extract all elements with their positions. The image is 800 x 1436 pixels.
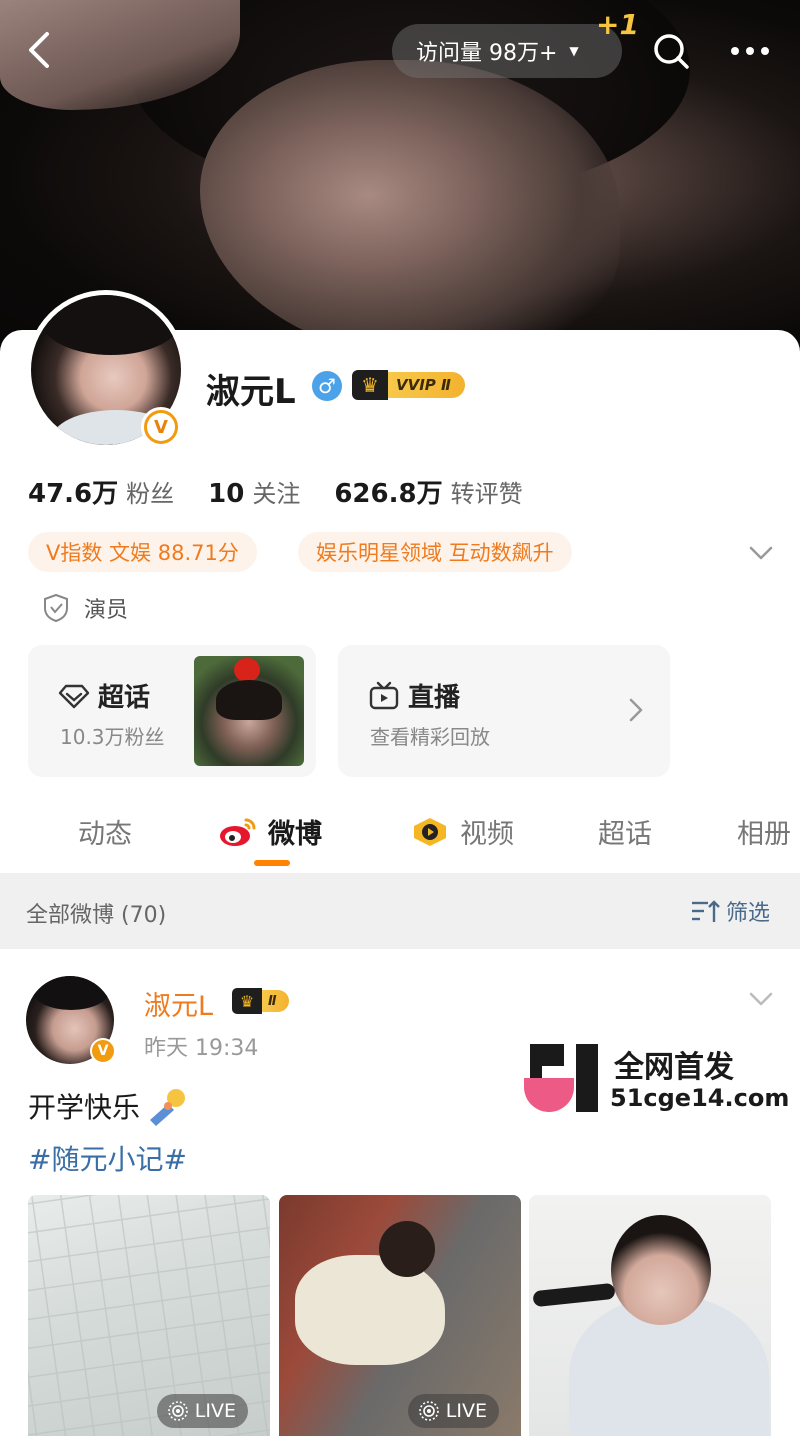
stat-following-label: 关注	[252, 480, 301, 508]
certification-label: 演员	[84, 598, 129, 623]
tab-dynamics[interactable]: 动态	[78, 812, 132, 851]
watermark-line1: 全网首发	[614, 1050, 734, 1085]
vvip-label: VVIP Ⅱ	[388, 372, 465, 398]
verified-badge-icon: V	[141, 407, 181, 447]
super-topic-fans: 10.3万粉丝	[60, 725, 165, 749]
cover-face	[200, 60, 620, 360]
visit-count-pill[interactable]: 访问量 98万+ ▼	[392, 24, 622, 78]
feed-header: 全部微博 (70) 筛选	[0, 873, 800, 949]
vvip-badge[interactable]: ♛ VVIP Ⅱ	[352, 370, 465, 400]
tv-icon	[369, 681, 399, 709]
shield-check-icon	[44, 593, 68, 623]
live-label: LIVE	[445, 1400, 487, 1422]
tab-dynamics-label: 动态	[78, 819, 132, 850]
post-photo-2[interactable]: LIVE	[279, 1195, 521, 1436]
super-topic-title-text: 超话	[98, 683, 151, 713]
sparkle-emoji-icon	[150, 1089, 186, 1126]
weibo-count: 全部微博 (70)	[26, 903, 167, 928]
stat-followers-label: 粉丝	[126, 480, 175, 508]
live-title-text: 直播	[408, 683, 461, 713]
post-author-name[interactable]: 淑元L	[144, 984, 213, 1023]
diamond-icon	[58, 684, 90, 708]
live-label: LIVE	[194, 1400, 236, 1422]
more-options-button[interactable]	[724, 28, 776, 74]
active-tab-indicator	[254, 860, 290, 866]
photo-head	[379, 1221, 435, 1277]
profile-name: 淑元L	[206, 372, 296, 412]
tab-super-topic[interactable]: 超话	[598, 812, 652, 851]
microphone-shape	[532, 1282, 616, 1308]
watermark-logo	[522, 1044, 604, 1112]
post-avatar-hair	[32, 976, 110, 1010]
caret-down-icon: ▼	[569, 44, 579, 58]
avatar-hair	[41, 295, 181, 355]
crown-icon: ♛	[352, 370, 388, 400]
post-verified-icon: V	[90, 1038, 116, 1064]
super-topic-tile[interactable]: 超话 10.3万粉丝	[28, 645, 316, 777]
profile-tabs: 动态 微博 视频 超话 相册	[0, 800, 800, 870]
domain-tag[interactable]: 娱乐明星领域 互动数飙升	[298, 532, 572, 572]
post-menu-chevron-icon[interactable]	[746, 984, 776, 1014]
live-tile[interactable]: 直播 查看精彩回放	[338, 645, 670, 777]
stat-followers[interactable]: 47.6万 粉丝	[28, 473, 174, 510]
post-vip-label: Ⅱ	[262, 990, 289, 1012]
video-play-icon	[414, 817, 446, 846]
search-button[interactable]	[648, 28, 694, 74]
stat-interactions-num: 626.8万	[334, 479, 443, 509]
post-crown-icon: ♛	[232, 988, 262, 1014]
expand-chevron-icon[interactable]	[746, 538, 776, 568]
plus-one-badge: +1	[596, 8, 639, 41]
watermark: 全网首发 51cge14.com	[522, 1040, 792, 1114]
filter-icon	[691, 900, 720, 922]
post-photo-1[interactable]: LIVE	[28, 1195, 270, 1436]
live-photo-badge: LIVE	[407, 1394, 499, 1428]
watermark-line2: 51cge14.com	[610, 1084, 790, 1112]
thumbnail-hair	[216, 680, 282, 720]
photo-head	[611, 1215, 711, 1325]
post-hashtag[interactable]: #随元小记#	[28, 1138, 187, 1178]
profile-stats: 47.6万 粉丝 10 关注 626.8万 转评赞	[28, 473, 557, 510]
stat-following-num: 10	[208, 479, 245, 509]
v-index-tag[interactable]: V指数 文娱 88.71分	[28, 532, 257, 572]
male-gender-icon: ♂	[312, 371, 342, 401]
tab-weibo[interactable]: 微博	[218, 812, 322, 851]
apple-shape	[234, 658, 260, 682]
post-body: 开学快乐	[28, 1086, 190, 1126]
live-photo-badge: LIVE	[156, 1394, 248, 1428]
visit-count-label: 访问量 98万+	[416, 41, 558, 66]
stat-following[interactable]: 10 关注	[208, 474, 300, 509]
chevron-left-icon	[29, 32, 49, 68]
filter-button[interactable]: 筛选	[690, 895, 770, 927]
post-text: 开学快乐	[28, 1091, 141, 1124]
live-ring-icon	[418, 1401, 439, 1421]
tab-album-label: 相册	[737, 819, 791, 850]
back-button[interactable]	[18, 28, 62, 72]
search-icon	[654, 34, 689, 69]
stat-interactions[interactable]: 626.8万 转评赞	[334, 473, 522, 510]
live-ring-icon	[167, 1401, 188, 1421]
more-dots-icon	[731, 47, 769, 55]
tab-video[interactable]: 视频	[410, 812, 514, 851]
stat-followers-num: 47.6万	[28, 479, 119, 509]
super-topic-title: 超话	[58, 677, 150, 714]
live-replay-text: 查看精彩回放	[370, 725, 490, 749]
chevron-right-icon	[629, 698, 643, 722]
tab-weibo-label: 微博	[268, 819, 322, 850]
post-timestamp: 昨天 19:34	[144, 1036, 259, 1061]
live-title: 直播	[368, 677, 460, 714]
post-vip-badge[interactable]: ♛ Ⅱ	[232, 988, 289, 1014]
post-photo-3[interactable]	[529, 1195, 771, 1436]
stat-interactions-label: 转评赞	[450, 480, 523, 508]
filter-label: 筛选	[725, 901, 770, 926]
super-topic-thumbnail	[194, 656, 304, 766]
tab-album[interactable]: 相册	[737, 812, 791, 851]
weibo-logo-icon	[220, 818, 256, 846]
certification: 演员	[42, 592, 128, 624]
tab-super-topic-label: 超话	[598, 819, 652, 850]
tab-video-label: 视频	[460, 819, 514, 850]
